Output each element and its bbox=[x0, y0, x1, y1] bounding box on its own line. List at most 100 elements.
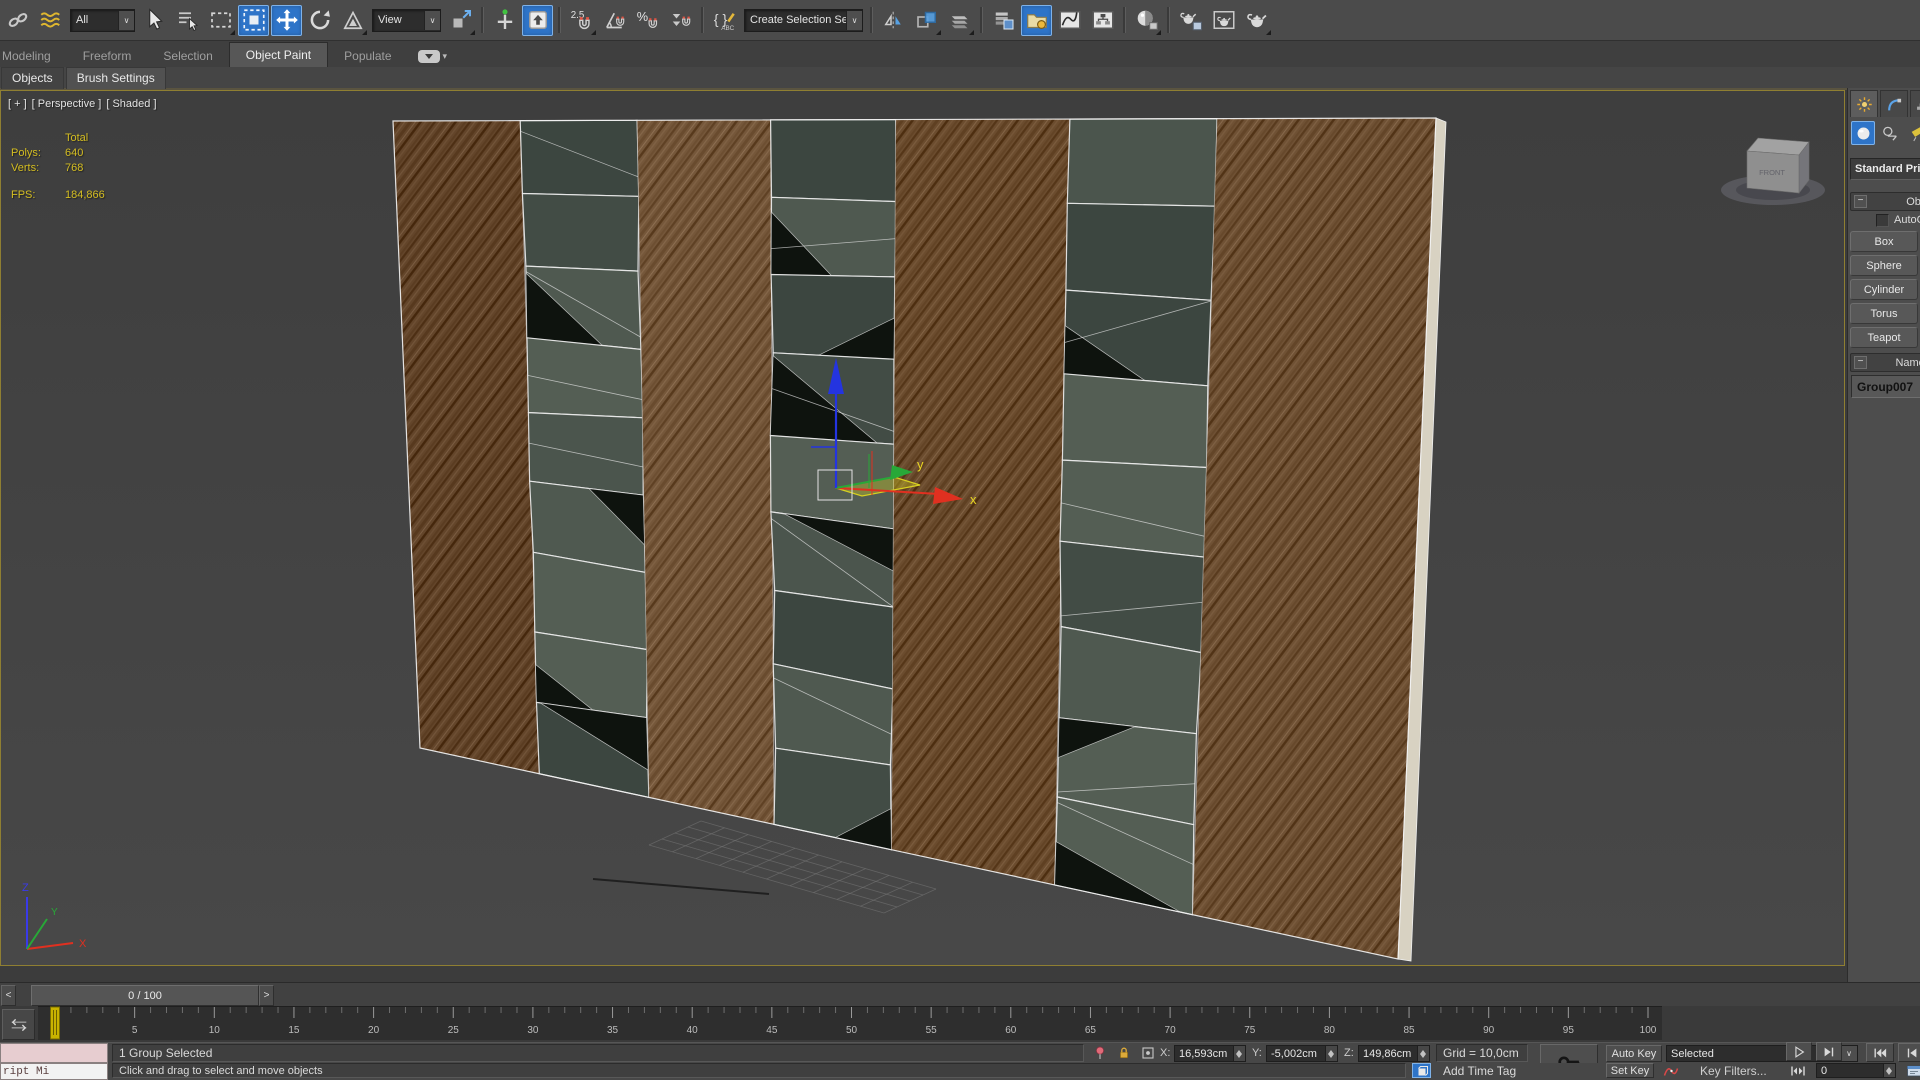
key-mode-toggle[interactable] bbox=[1786, 1063, 1810, 1078]
category-shapes[interactable] bbox=[1878, 121, 1902, 145]
toggle-ribbon[interactable] bbox=[1021, 4, 1052, 36]
category-lights[interactable] bbox=[1905, 121, 1920, 145]
unlink-selection[interactable] bbox=[35, 5, 66, 36]
z-coord-input[interactable]: 149,86cm bbox=[1358, 1045, 1430, 1062]
z-coord-spinner[interactable] bbox=[1417, 1046, 1429, 1061]
create-cylinder-button[interactable]: Cylinder bbox=[1850, 279, 1918, 300]
set-key-button[interactable]: Set Key bbox=[1606, 1063, 1654, 1078]
chevron-down-icon[interactable]: ∨ bbox=[1840, 1046, 1857, 1061]
named-selection-sets-dropdown[interactable]: Create Selection Set ∨ bbox=[744, 8, 863, 32]
toolbar-separator bbox=[1123, 7, 1126, 33]
spinner-snap-toggle[interactable] bbox=[665, 5, 696, 36]
open-mini-curve-editor-button[interactable] bbox=[2, 1009, 35, 1040]
rendered-frame-window[interactable] bbox=[1208, 5, 1239, 36]
viewport[interactable]: y x FRONT Z X Y [ + ] [ Perspective ] [ Shade… bbox=[0, 90, 1845, 966]
key-filters-button[interactable]: Key Filters... bbox=[1700, 1064, 1767, 1078]
tab-hierarchy[interactable] bbox=[1910, 90, 1920, 117]
ribbon-tab-modeling[interactable]: Modeling bbox=[0, 44, 67, 67]
ribbon-subtab-brush-settings[interactable]: Brush Settings bbox=[65, 67, 166, 89]
curve-editor[interactable] bbox=[1054, 5, 1085, 36]
next-frame-button[interactable] bbox=[1816, 1042, 1842, 1061]
render-setup[interactable] bbox=[1175, 5, 1206, 36]
window-crossing-toggle[interactable] bbox=[238, 4, 269, 36]
x-coord-input[interactable]: 16,593cm bbox=[1174, 1045, 1246, 1062]
keyboard-shortcut-override-toggle[interactable] bbox=[522, 4, 553, 36]
angle-snap-toggle[interactable] bbox=[599, 5, 630, 36]
tab-modify[interactable] bbox=[1880, 90, 1908, 117]
reference-coordinate-system-dropdown[interactable]: View ∨ bbox=[372, 8, 441, 32]
material-editor[interactable] bbox=[1131, 5, 1162, 36]
primitive-category-dropdown[interactable]: Standard Primitives bbox=[1850, 158, 1920, 180]
time-slider-frame-marker[interactable] bbox=[50, 1006, 60, 1040]
current-frame-input[interactable]: 0 bbox=[1816, 1063, 1896, 1078]
create-torus-button[interactable]: Torus bbox=[1850, 303, 1918, 324]
add-time-tag-button[interactable]: Add Time Tag bbox=[1443, 1064, 1516, 1078]
select-and-manipulate[interactable] bbox=[489, 5, 520, 36]
rollout-object-type[interactable]: − Object Type bbox=[1850, 192, 1920, 211]
object-name-field[interactable]: Group007 bbox=[1851, 375, 1920, 398]
viewport-menu-general[interactable]: [ + ] bbox=[8, 98, 27, 110]
chevron-down-icon[interactable]: ∨ bbox=[424, 10, 440, 30]
snaps-toggle-2-5d[interactable]: 2.5 bbox=[566, 5, 597, 36]
create-teapot-button[interactable]: Teapot bbox=[1850, 327, 1918, 348]
edit-named-selection-sets[interactable]: { } ABC bbox=[709, 5, 740, 36]
x-coord-spinner[interactable] bbox=[1233, 1046, 1245, 1061]
maxscript-mini-listener[interactable]: ript Mi bbox=[0, 1063, 108, 1080]
y-coord-input[interactable]: -5,002cm bbox=[1266, 1045, 1338, 1062]
select-and-link[interactable] bbox=[2, 5, 33, 36]
play-animation-button[interactable] bbox=[1786, 1042, 1812, 1061]
manage-layers[interactable] bbox=[944, 5, 975, 36]
chevron-down-icon[interactable]: ∨ bbox=[118, 10, 134, 30]
maxscript-macro-recorder-pane[interactable] bbox=[0, 1043, 108, 1063]
ribbon-subtab-objects[interactable]: Objects bbox=[1, 67, 64, 89]
time-slider-next-button[interactable]: > bbox=[259, 985, 274, 1006]
rollout-name-and-color[interactable]: − Name and Color bbox=[1850, 353, 1920, 372]
wall-object[interactable] bbox=[392, 117, 1447, 962]
viewport-menu-shading[interactable]: [ Shaded ] bbox=[106, 98, 156, 110]
auto-key-button[interactable]: Auto Key bbox=[1606, 1045, 1662, 1062]
autogrid-checkbox[interactable] bbox=[1876, 214, 1889, 227]
previous-frame-button[interactable] bbox=[1898, 1043, 1920, 1062]
absolute-offset-mode-icon[interactable] bbox=[1138, 1044, 1158, 1062]
ribbon-tab-freeform[interactable]: Freeform bbox=[67, 44, 148, 67]
select-and-rotate[interactable] bbox=[304, 5, 335, 36]
frame-spinner[interactable] bbox=[1883, 1064, 1895, 1077]
y-coord-spinner[interactable] bbox=[1325, 1046, 1337, 1061]
viewcube[interactable]: FRONT bbox=[1721, 137, 1825, 205]
use-pivot-point-center[interactable] bbox=[445, 5, 476, 36]
schematic-view[interactable] bbox=[1087, 5, 1118, 36]
select-and-uniform-scale[interactable] bbox=[337, 5, 368, 36]
tab-create[interactable] bbox=[1850, 90, 1878, 117]
time-slider-prev-button[interactable]: < bbox=[1, 985, 16, 1006]
isolate-selection-toggle[interactable] bbox=[1412, 1063, 1431, 1078]
rectangular-selection-region[interactable] bbox=[205, 5, 236, 36]
ribbon-collapse-button[interactable]: ▾ bbox=[417, 50, 447, 63]
scene-explorer[interactable] bbox=[988, 5, 1019, 36]
select-by-name[interactable] bbox=[172, 5, 203, 36]
z-coord-label: Z: bbox=[1344, 1047, 1354, 1059]
prompt-pan-icon[interactable] bbox=[1090, 1044, 1110, 1062]
chevron-down-icon[interactable]: ∨ bbox=[846, 10, 862, 30]
key-filter-curve-icon[interactable] bbox=[1660, 1063, 1682, 1078]
selection-lock-icon[interactable] bbox=[1114, 1044, 1134, 1062]
viewport-menu-pov[interactable]: [ Perspective ] bbox=[32, 98, 102, 110]
viewport-canvas[interactable]: y x FRONT Z X Y bbox=[1, 91, 1844, 965]
create-sphere-button[interactable]: Sphere bbox=[1850, 255, 1918, 276]
mirror[interactable] bbox=[878, 5, 909, 36]
toolbar-separator bbox=[870, 7, 873, 33]
go-to-start-button[interactable] bbox=[1866, 1043, 1894, 1062]
create-box-button[interactable]: Box bbox=[1850, 231, 1918, 252]
ribbon-tab-populate[interactable]: Populate bbox=[328, 44, 407, 67]
category-geometry[interactable] bbox=[1851, 121, 1875, 145]
percent-snap-toggle[interactable]: % bbox=[632, 5, 663, 36]
select-object[interactable] bbox=[139, 5, 170, 36]
select-and-move[interactable] bbox=[271, 4, 302, 36]
ribbon-tab-object-paint[interactable]: Object Paint bbox=[228, 42, 329, 67]
render-production[interactable] bbox=[1241, 5, 1272, 36]
track-bar-ruler[interactable]: 5 10 15 20 25 30 35 40 45 50 55 60 65 70 75 80 85 90 95 100 bbox=[0, 1006, 1920, 1040]
selection-filter-dropdown[interactable]: All ∨ bbox=[70, 8, 135, 32]
time-configuration-button[interactable] bbox=[1902, 1063, 1920, 1078]
time-slider-handle[interactable]: 0 / 100 bbox=[31, 985, 259, 1006]
align[interactable] bbox=[911, 5, 942, 36]
ribbon-tab-selection[interactable]: Selection bbox=[147, 44, 228, 67]
